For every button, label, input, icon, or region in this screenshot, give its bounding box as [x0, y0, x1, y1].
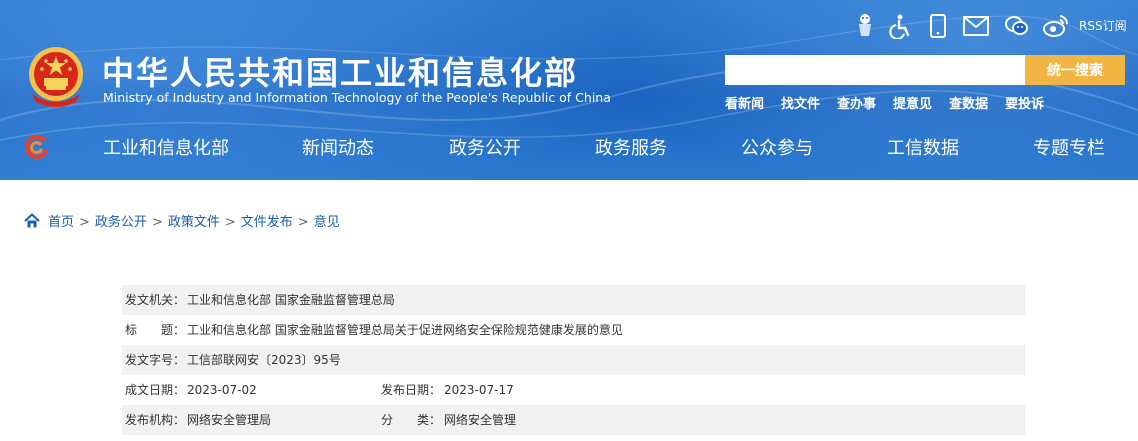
written-date-label: 成文日期： [125, 383, 186, 397]
breadcrumb: 首页 > 政务公开 > 政策文件 > 文件发布 > 意见 [24, 211, 340, 231]
category-value: 网络安全管理 [444, 413, 517, 427]
publish-date-label: 发布日期： [381, 383, 442, 397]
breadcrumb-separator: > [297, 215, 309, 230]
weibo-icon[interactable] [1042, 13, 1070, 39]
quick-link-files[interactable]: 找文件 [781, 97, 820, 112]
nav-item-news[interactable]: 新闻动态 [302, 134, 374, 160]
nav-item-data[interactable]: 工信数据 [887, 134, 959, 160]
main-nav: 工业和信息化部 新闻动态 政务公开 政务服务 公众参与 工信数据 专题专栏 [0, 134, 1138, 162]
site-title-cn[interactable]: 中华人民共和国工业和信息化部 [102, 48, 578, 94]
site-title-en: Ministry of Industry and Information Tec… [103, 90, 611, 105]
breadcrumb-gov-affairs[interactable]: 政务公开 [95, 215, 147, 230]
breadcrumb-home[interactable]: 首页 [48, 215, 74, 230]
wechat-icon[interactable] [1004, 13, 1030, 39]
doc-no-label: 发文字号： [125, 353, 186, 367]
meta-row-org: 发布机构： 网络安全管理局 分 类： 网络安全管理 [122, 405, 1025, 435]
nav-item-gov-affairs[interactable]: 政务公开 [449, 134, 521, 160]
meta-row-dates: 成文日期： 2023-07-02 发布日期： 2023-07-17 [122, 375, 1025, 405]
category-label: 分 类： [381, 413, 442, 427]
org-label: 发布机构： [125, 413, 186, 427]
written-date-value: 2023-07-02 [187, 383, 257, 397]
meta-row-issuer: 发文机关： 工业和信息化部 国家金融监督管理总局 [122, 285, 1025, 315]
quick-link-news[interactable]: 看新闻 [725, 97, 764, 112]
meta-row-title: 标 题： 工业和信息化部 国家金融监督管理总局关于促进网络安全保险规范健康发展的… [122, 315, 1025, 345]
search-button[interactable]: 统一搜索 [1025, 55, 1125, 85]
rss-link[interactable]: RSS订阅 [1079, 17, 1127, 34]
document-meta-table: 发文机关： 工业和信息化部 国家金融监督管理总局 标 题： 工业和信息化部 国家… [122, 285, 1025, 435]
breadcrumb-policy-files[interactable]: 政策文件 [168, 215, 220, 230]
nav-item-ministry[interactable]: 工业和信息化部 [103, 134, 229, 160]
home-icon[interactable] [24, 213, 40, 229]
breadcrumb-separator: > [151, 215, 163, 230]
search-input[interactable] [725, 55, 1025, 85]
meta-row-doc-no: 发文字号： 工信部联网安〔2023〕95号 [122, 345, 1025, 375]
breadcrumb-separator: > [79, 215, 90, 230]
breadcrumb-file-release[interactable]: 文件发布 [241, 215, 293, 230]
quick-link-complaint[interactable]: 要投诉 [1005, 97, 1044, 112]
issuer-label: 发文机关： [125, 293, 186, 307]
national-emblem-icon [29, 47, 83, 107]
breadcrumb-separator: > [224, 215, 236, 230]
mascot-icon[interactable] [852, 12, 878, 38]
mobile-icon[interactable] [925, 13, 951, 39]
quick-link-data[interactable]: 查数据 [949, 97, 988, 112]
nav-item-participation[interactable]: 公众参与 [741, 134, 813, 160]
nav-item-topics[interactable]: 专题专栏 [1033, 134, 1105, 160]
accessibility-icon[interactable] [888, 13, 914, 39]
breadcrumb-opinions[interactable]: 意见 [314, 215, 340, 230]
quick-link-feedback[interactable]: 提意见 [893, 97, 932, 112]
doc-no-value: 工信部联网安〔2023〕95号 [187, 353, 341, 367]
quick-links: 看新闻 找文件 查办事 提意见 查数据 要投诉 [725, 93, 1061, 112]
title-label: 标 题： [125, 323, 186, 337]
quick-link-services[interactable]: 查办事 [837, 97, 876, 112]
site-header: 中华人民共和国工业和信息化部 Ministry of Industry and … [0, 0, 1138, 180]
publish-date-value: 2023-07-17 [444, 383, 514, 397]
issuer-value: 工业和信息化部 国家金融监督管理总局 [187, 293, 395, 307]
org-value: 网络安全管理局 [187, 413, 272, 427]
nav-item-services[interactable]: 政务服务 [595, 134, 667, 160]
mail-icon[interactable] [962, 13, 990, 39]
title-value: 工业和信息化部 国家金融监督管理总局关于促进网络安全保险规范健康发展的意见 [187, 323, 623, 337]
